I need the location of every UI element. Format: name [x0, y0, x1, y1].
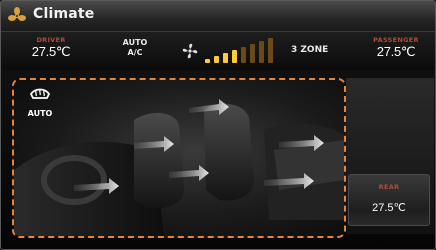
rear-label: REAR [378, 183, 400, 191]
auto-defrost-label: AUTO [27, 109, 53, 118]
airflow-visualization [12, 78, 346, 238]
rear-temp-value: 27.5℃ [372, 202, 406, 214]
fan-level-bar [268, 38, 273, 63]
auto-defrost-button[interactable]: AUTO [22, 86, 58, 126]
header-bar: Climate [1, 1, 435, 32]
fan-level-bar [223, 53, 228, 63]
passenger-temp-button[interactable]: PASSENGER 27.5℃ [361, 36, 431, 60]
fan-level-bar [214, 56, 219, 63]
driver-temp-button[interactable]: DRIVER 27.5℃ [25, 36, 77, 60]
auto-ac-button[interactable]: AUTO A/C [117, 38, 153, 58]
fan-level-bar [259, 41, 264, 63]
fan-level-bar [241, 47, 246, 63]
auto-ac-line2: A/C [127, 48, 143, 57]
front-seat-right [204, 103, 254, 201]
fan-level-bar [205, 59, 210, 63]
passenger-label: PASSENGER [373, 36, 419, 44]
page-title: Climate [33, 6, 95, 22]
fan-speed-indicator[interactable] [205, 37, 277, 65]
rear-temp-button[interactable]: REAR 27.5℃ [348, 174, 430, 226]
passenger-temp-value: 27.5℃ [376, 44, 416, 59]
fan-icon[interactable] [181, 42, 199, 60]
defrost-icon [29, 88, 51, 99]
auto-ac-line1: AUTO [122, 38, 148, 47]
fan-logo-icon [8, 7, 26, 21]
climate-status-bar: DRIVER 27.5℃ AUTO A/C 3 ZONE PASSENGER 2… [1, 32, 435, 70]
three-zone-button[interactable]: 3 ZONE [291, 45, 328, 55]
driver-label: DRIVER [36, 36, 66, 44]
fan-level-bar [250, 44, 255, 63]
fan-level-bar [232, 50, 237, 63]
driver-temp-value: 27.5℃ [31, 44, 71, 59]
front-seat-left [134, 113, 184, 209]
cabin-illustration [14, 99, 344, 236]
